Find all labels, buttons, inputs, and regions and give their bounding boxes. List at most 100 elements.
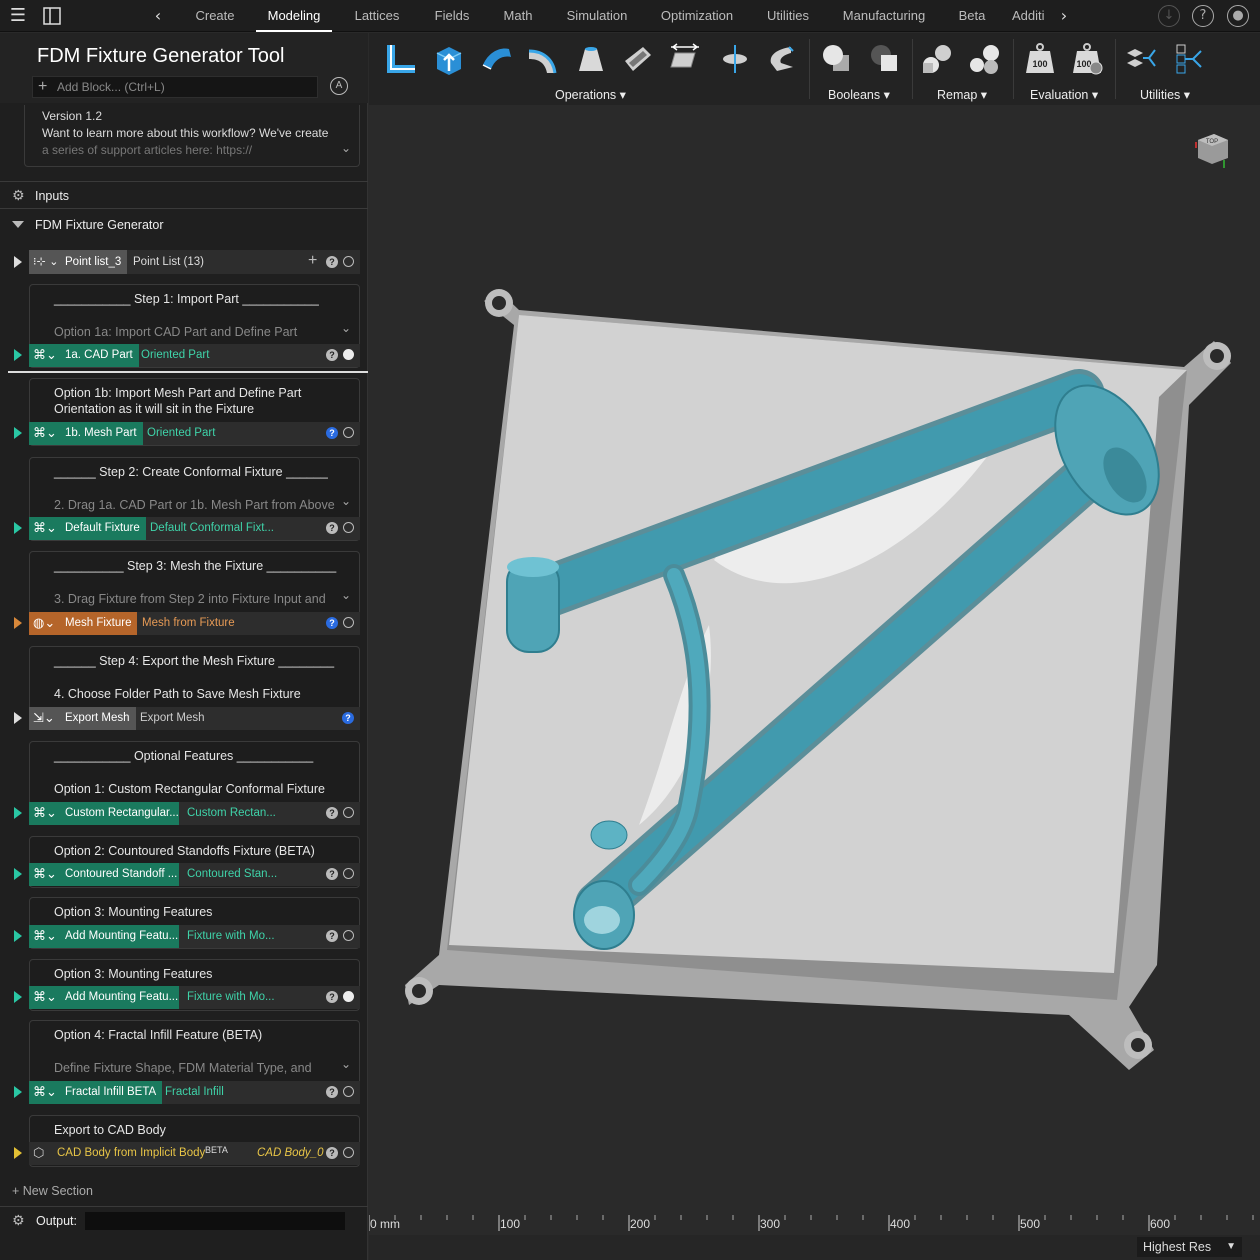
bend-icon[interactable] xyxy=(479,41,515,77)
sweep-icon[interactable] xyxy=(763,41,799,77)
expand-chevron-icon[interactable]: ⌄ xyxy=(341,1057,351,1071)
mass-lattice-icon[interactable]: 100 xyxy=(1069,41,1105,77)
point-list-block[interactable]: ⁝⊹ ⌄ Point list_3 Point List (13) + ? xyxy=(0,250,368,274)
remap-spheres-icon[interactable] xyxy=(967,41,1003,77)
tabs-scroll-right-icon[interactable]: › xyxy=(1052,4,1076,28)
cad-body-block[interactable]: ⬡ CAD Body from Implicit Body BETA CAD Bo… xyxy=(0,1142,368,1165)
help-icon[interactable]: ? xyxy=(326,522,338,534)
block-chip[interactable]: ⌘⌄ Default Fixture xyxy=(29,517,146,540)
account-icon[interactable]: ● xyxy=(1227,5,1249,27)
status-dot-icon[interactable] xyxy=(343,617,354,628)
point-list-chip[interactable]: ⁝⊹ ⌄ Point list_3 xyxy=(29,250,128,274)
expand-triangle-icon[interactable] xyxy=(14,349,22,361)
export-mesh-block[interactable]: ⇲⌄ Export Mesh Export Mesh ? xyxy=(0,707,368,730)
block-chip[interactable]: ⌘⌄ Contoured Standoff ... xyxy=(29,863,179,886)
status-dot-icon[interactable] xyxy=(343,256,354,267)
notebook-title[interactable]: FDM Fixture Generator Tool xyxy=(37,45,285,68)
expand-triangle-icon[interactable] xyxy=(14,712,22,724)
remap-icon[interactable] xyxy=(919,41,955,77)
help-icon[interactable]: ? xyxy=(326,1147,338,1159)
help-icon[interactable]: ? xyxy=(326,617,338,629)
help-icon[interactable]: ? xyxy=(326,256,338,268)
tabs-scroll-left-icon[interactable]: ‹ xyxy=(146,4,170,28)
boolean-subtract-icon[interactable] xyxy=(867,41,903,77)
status-dot-icon[interactable] xyxy=(343,991,354,1002)
help-icon[interactable]: ? xyxy=(1192,5,1214,27)
block-chip[interactable]: ⬡ CAD Body from Implicit Body xyxy=(29,1142,211,1165)
expand-chevron-icon[interactable]: ⌄ xyxy=(341,141,351,155)
offset-body-icon[interactable] xyxy=(383,41,419,77)
default-fixture-block[interactable]: ⌘⌄ Default Fixture Default Conformal Fixt… xyxy=(0,517,368,540)
utilities-group-menu[interactable]: Utilities ▾ xyxy=(1140,87,1190,102)
help-icon[interactable]: ? xyxy=(326,349,338,361)
split-bodies-icon[interactable] xyxy=(1123,41,1159,77)
expand-triangle-icon[interactable] xyxy=(14,617,22,629)
expand-triangle-icon[interactable] xyxy=(14,522,22,534)
status-dot-icon[interactable] xyxy=(343,349,354,360)
split-icon[interactable] xyxy=(667,41,703,77)
panel-toggle-icon[interactable] xyxy=(40,4,64,28)
trim-icon[interactable] xyxy=(717,41,753,77)
block-chip[interactable]: ⌘⌄ Add Mounting Featu... xyxy=(29,925,179,948)
help-icon[interactable]: ? xyxy=(326,868,338,880)
help-icon[interactable]: ? xyxy=(326,807,338,819)
custom-rectangular-block[interactable]: ⌘⌄ Custom Rectangular... Custom Rectan...… xyxy=(0,802,368,825)
help-icon[interactable]: ? xyxy=(326,1086,338,1098)
hamburger-menu-icon[interactable]: ☰ xyxy=(6,4,30,28)
status-dot-icon[interactable] xyxy=(343,930,354,941)
extrude-icon[interactable] xyxy=(431,41,467,77)
output-field[interactable] xyxy=(85,1212,345,1230)
help-icon[interactable]: ? xyxy=(342,712,354,724)
remap-group-menu[interactable]: Remap ▾ xyxy=(937,87,987,102)
evaluation-group-menu[interactable]: Evaluation ▾ xyxy=(1030,87,1098,102)
fractal-infill-block[interactable]: ⌘⌄ Fractal Infill BETA Fractal Infill ? xyxy=(0,1081,368,1104)
boolean-union-icon[interactable] xyxy=(819,41,855,77)
block-chip[interactable]: ⌘⌄ Add Mounting Featu... xyxy=(29,986,179,1009)
inputs-section-header[interactable]: ⚙ Inputs xyxy=(0,181,368,209)
tab-fields[interactable]: Fields xyxy=(426,0,478,32)
combine-bodies-icon[interactable] xyxy=(1171,41,1207,77)
download-icon[interactable]: ↓ xyxy=(1158,5,1180,27)
tab-utilities[interactable]: Utilities xyxy=(758,0,818,32)
expand-triangle-icon[interactable] xyxy=(14,427,22,439)
collapse-triangle-icon[interactable] xyxy=(12,221,24,228)
booleans-group-menu[interactable]: Booleans ▾ xyxy=(828,87,890,102)
tab-beta[interactable]: Beta xyxy=(950,0,994,32)
expand-chevron-icon[interactable]: ⌄ xyxy=(341,321,351,335)
help-icon[interactable]: ? xyxy=(326,991,338,1003)
expand-chevron-icon[interactable]: ⌄ xyxy=(341,588,351,602)
contoured-standoff-block[interactable]: ⌘⌄ Contoured Standoff ... Contoured Stan.… xyxy=(0,863,368,886)
block-chip[interactable]: ◍⌄ Mesh Fixture xyxy=(29,612,138,635)
tab-optimization[interactable]: Optimization xyxy=(652,0,742,32)
view-cube[interactable]: TOP xyxy=(1192,130,1232,170)
cad-part-block[interactable]: ⌘⌄ 1a. CAD Part Oriented Part ? xyxy=(0,344,368,367)
expand-triangle-icon[interactable] xyxy=(14,807,22,819)
resolution-dropdown[interactable]: Highest Res ▼ xyxy=(1137,1237,1242,1257)
fillet-icon[interactable] xyxy=(525,41,561,77)
expand-triangle-icon[interactable] xyxy=(14,991,22,1003)
mesh-part-block[interactable]: ⌘⌄ 1b. Mesh Part Oriented Part ? xyxy=(0,422,368,445)
status-dot-icon[interactable] xyxy=(343,1147,354,1158)
add-block-input[interactable]: + Add Block... (Ctrl+L) xyxy=(32,76,318,98)
status-dot-icon[interactable] xyxy=(343,807,354,818)
block-chip[interactable]: ⌘⌄ 1a. CAD Part xyxy=(29,344,139,367)
status-dot-icon[interactable] xyxy=(343,1086,354,1097)
mounting-features-block-2[interactable]: ⌘⌄ Add Mounting Featu... Fixture with Mo.… xyxy=(0,986,368,1009)
expand-triangle-icon[interactable] xyxy=(14,256,22,268)
block-chip[interactable]: ⌘⌄ Fractal Infill BETA xyxy=(29,1081,163,1104)
tab-create[interactable]: Create xyxy=(186,0,244,32)
new-section-button[interactable]: + New Section xyxy=(12,1184,93,1198)
status-dot-icon[interactable] xyxy=(343,868,354,879)
tab-modeling[interactable]: Modeling xyxy=(256,0,332,32)
tab-simulation[interactable]: Simulation xyxy=(558,0,636,32)
tab-additive[interactable]: Additi xyxy=(1012,0,1056,32)
block-chip[interactable]: ⌘⌄ 1b. Mesh Part xyxy=(29,422,143,445)
tab-manufacturing[interactable]: Manufacturing xyxy=(836,0,932,32)
tab-math[interactable]: Math xyxy=(496,0,540,32)
expand-triangle-icon[interactable] xyxy=(14,930,22,942)
block-chip[interactable]: ⇲⌄ Export Mesh xyxy=(29,707,136,730)
ai-assistant-icon[interactable]: A xyxy=(330,77,348,95)
mass-properties-icon[interactable]: 100 xyxy=(1022,41,1058,77)
expand-triangle-icon[interactable] xyxy=(14,1086,22,1098)
fdm-section-header[interactable]: FDM Fixture Generator xyxy=(0,211,368,239)
